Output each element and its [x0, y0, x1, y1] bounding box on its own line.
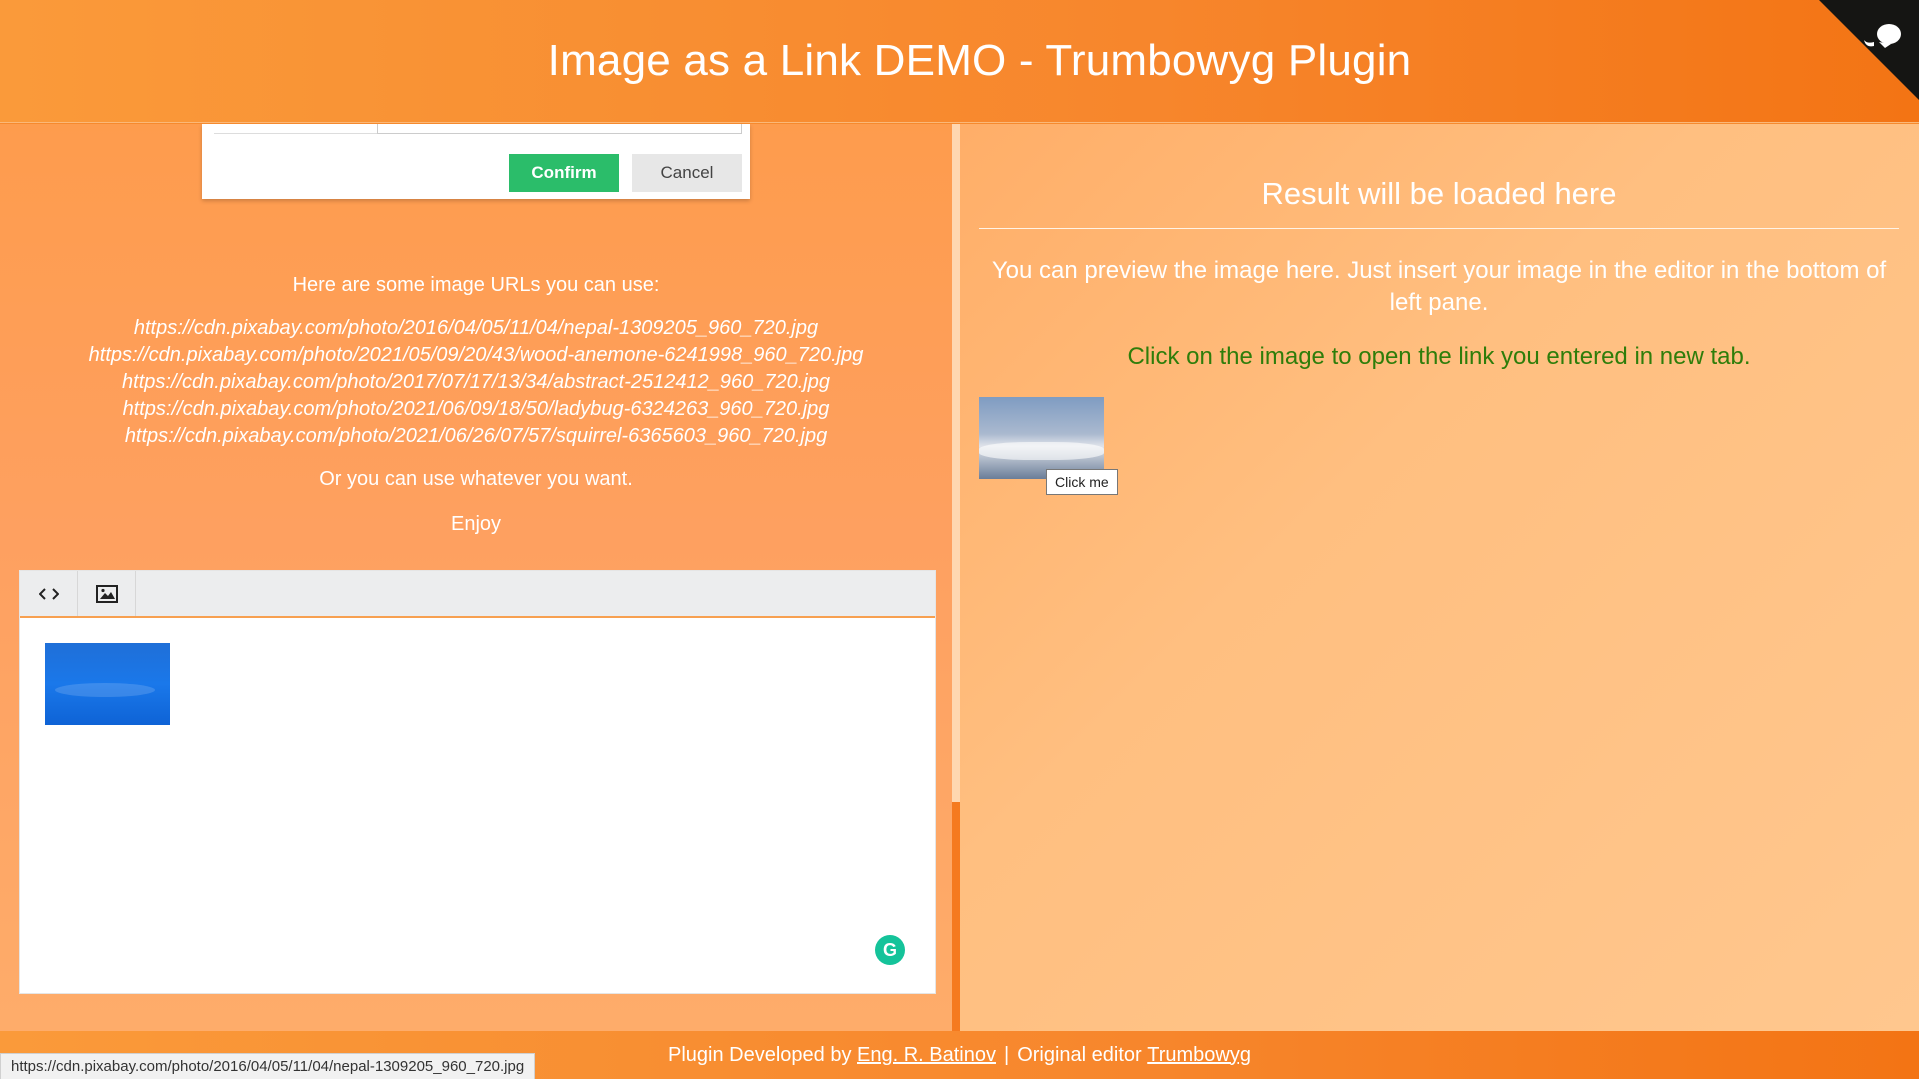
result-title: Result will be loaded here	[979, 176, 1899, 229]
click-instruction: Click on the image to open the link you …	[1127, 343, 1751, 370]
url-item: https://cdn.pixabay.com/photo/2021/06/09…	[122, 398, 830, 420]
url-item: https://cdn.pixabay.com/photo/2021/05/09…	[88, 344, 864, 366]
right-pane: Result will be loaded here You can previ…	[960, 124, 1919, 1031]
confirm-button[interactable]: Confirm	[509, 154, 619, 192]
grammarly-icon[interactable]: G	[875, 935, 905, 965]
modal-url-input[interactable]	[377, 124, 742, 134]
footer-prefix: Plugin Developed by	[667, 1043, 852, 1066]
instructions-enjoy: Enjoy	[450, 513, 502, 535]
editor-content[interactable]: G	[20, 618, 935, 993]
trumbowyg-link[interactable]: Trumbowyg	[1147, 1044, 1251, 1067]
page-title: Image as a Link DEMO - Trumbowyg Plugin	[547, 36, 1412, 85]
page-header: Image as a Link DEMO - Trumbowyg Plugin	[0, 0, 1919, 123]
browser-status-bar: https://cdn.pixabay.com/photo/2016/04/05…	[0, 1053, 536, 1079]
footer-separator: |	[1003, 1043, 1010, 1066]
instructions: Here are some image URLs you can use: ht…	[0, 274, 952, 536]
instructions-intro: Here are some image URLs you can use:	[292, 274, 660, 296]
pane-divider	[952, 124, 960, 1031]
view-html-button[interactable]	[20, 571, 78, 616]
insert-image-modal: Confirm Cancel	[202, 124, 750, 199]
url-item: https://cdn.pixabay.com/photo/2016/04/05…	[133, 317, 819, 339]
inserted-image[interactable]	[45, 643, 170, 725]
instructions-or: Or you can use whatever you want.	[319, 468, 633, 490]
editor-toolbar	[20, 571, 935, 618]
url-item: https://cdn.pixabay.com/photo/2017/07/17…	[122, 371, 830, 393]
preview-text: You can preview the image here. Just ins…	[991, 257, 1887, 316]
url-item: https://cdn.pixabay.com/photo/2021/06/26…	[124, 425, 828, 447]
image-tooltip: Click me	[1046, 469, 1118, 495]
code-icon	[38, 587, 59, 600]
footer-original-label: Original editor	[1017, 1043, 1142, 1066]
github-corner-link[interactable]	[1819, 0, 1919, 100]
trumbowyg-editor: G	[19, 570, 936, 994]
image-icon	[95, 584, 118, 603]
url-list: https://cdn.pixabay.com/photo/2016/04/05…	[0, 315, 952, 450]
modal-field-row	[214, 124, 742, 134]
author-link[interactable]: Eng. R. Batinov	[857, 1044, 996, 1067]
left-pane: Confirm Cancel Here are some image URLs …	[0, 124, 952, 1031]
github-corner-triangle	[1819, 0, 1919, 100]
cancel-button[interactable]: Cancel	[632, 154, 742, 192]
result-image-link[interactable]	[979, 397, 1104, 479]
insert-image-button[interactable]	[78, 571, 136, 616]
scrollbar-thumb[interactable]	[952, 802, 960, 1031]
